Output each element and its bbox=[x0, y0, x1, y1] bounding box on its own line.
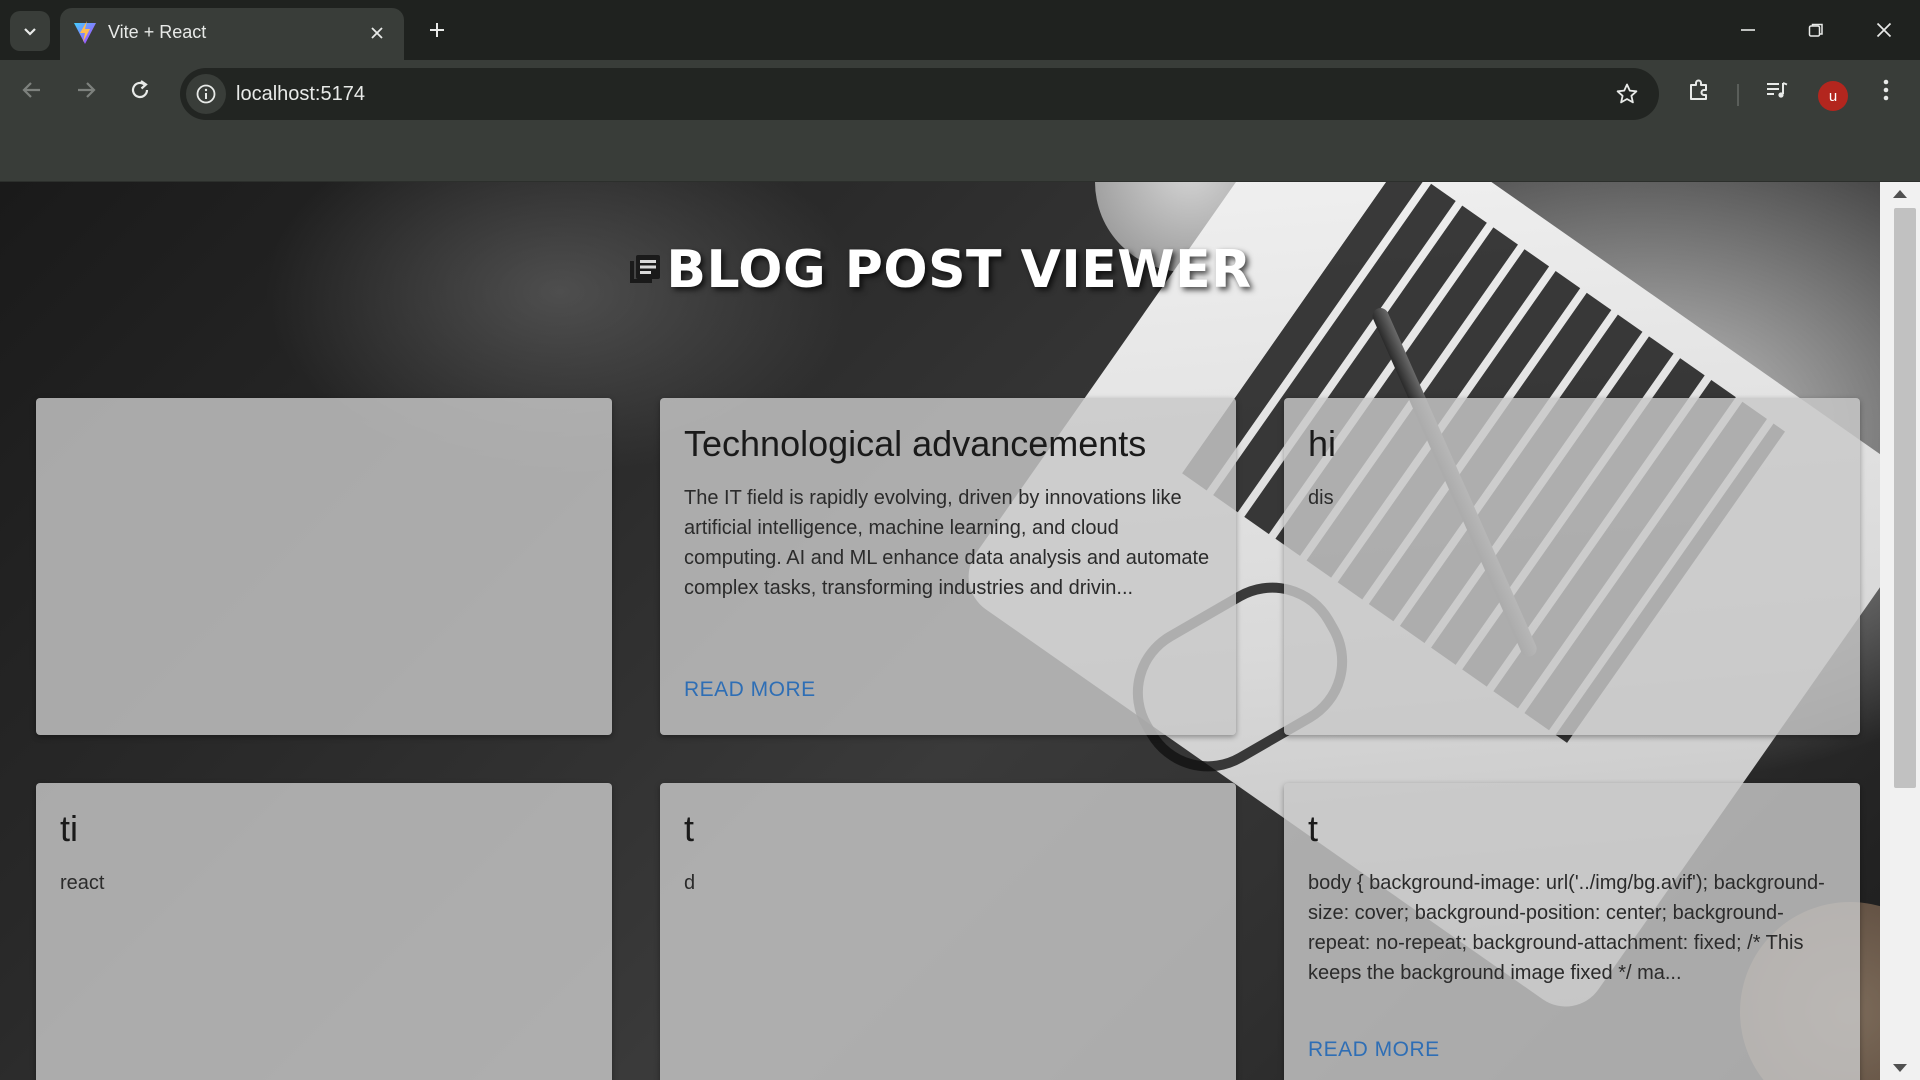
post-card: t d bbox=[660, 783, 1236, 1080]
tab-strip: Vite + React bbox=[0, 0, 1920, 60]
post-card bbox=[36, 398, 612, 735]
post-excerpt: dis bbox=[1308, 487, 1334, 510]
scroll-down-arrow-icon[interactable] bbox=[1893, 1064, 1907, 1072]
arrow-left-icon bbox=[22, 82, 40, 98]
page-title: BLOG POST VIEWER bbox=[666, 240, 1252, 300]
post-title: Technological advancements bbox=[684, 423, 1147, 464]
page-header: BLOG POST VIEWER bbox=[0, 240, 1880, 300]
reload-icon bbox=[131, 80, 149, 99]
close-icon bbox=[371, 27, 383, 39]
puzzle-icon bbox=[1690, 79, 1707, 100]
toolbar-divider bbox=[1737, 84, 1739, 106]
tab-search-button[interactable] bbox=[10, 11, 50, 51]
page-scrollbar[interactable] bbox=[1880, 182, 1920, 1080]
read-more-link[interactable]: READ MORE bbox=[684, 678, 816, 702]
post-excerpt: body { background-image: url('../img/bg.… bbox=[1308, 872, 1825, 985]
post-title: t bbox=[1308, 808, 1319, 849]
tab-close-button[interactable] bbox=[364, 20, 390, 46]
bookmarks-bar bbox=[0, 120, 1920, 182]
scrollbar-thumb[interactable] bbox=[1894, 208, 1916, 788]
post-excerpt: d bbox=[684, 872, 696, 895]
post-excerpt: The IT field is rapidly evolving, driven… bbox=[684, 487, 1210, 600]
close-icon bbox=[1876, 22, 1892, 38]
chevron-down-icon bbox=[24, 28, 36, 36]
restore-button[interactable] bbox=[1794, 10, 1838, 50]
post-title: ti bbox=[60, 808, 78, 849]
site-info-button[interactable] bbox=[186, 74, 226, 114]
post-title: t bbox=[684, 808, 695, 849]
profile-avatar[interactable]: u bbox=[1818, 81, 1848, 111]
info-icon bbox=[196, 84, 216, 104]
plus-icon bbox=[430, 23, 444, 37]
bookmark-star-button[interactable] bbox=[1611, 78, 1643, 110]
extensions-button[interactable] bbox=[1679, 70, 1719, 110]
post-card: ti react bbox=[36, 783, 612, 1080]
url-text[interactable]: localhost:5174 bbox=[236, 83, 365, 106]
address-bar[interactable]: localhost:5174 bbox=[180, 68, 1659, 120]
scroll-up-arrow-icon[interactable] bbox=[1893, 190, 1907, 198]
library-books-icon bbox=[630, 255, 661, 283]
post-card: hi dis bbox=[1284, 398, 1860, 735]
post-title: hi bbox=[1308, 423, 1337, 464]
reload-button[interactable] bbox=[120, 70, 160, 110]
browser-menu-button[interactable] bbox=[1866, 70, 1906, 110]
playlist-music-icon bbox=[1767, 82, 1788, 98]
media-control-button[interactable] bbox=[1757, 70, 1797, 110]
browser-tab[interactable]: Vite + React bbox=[60, 8, 404, 60]
read-more-link[interactable]: READ MORE bbox=[1308, 1038, 1440, 1062]
star-icon bbox=[1616, 83, 1638, 104]
vite-logo-icon bbox=[74, 21, 96, 44]
browser-toolbar: localhost:5174 u bbox=[0, 60, 1920, 120]
tab-title: Vite + React bbox=[108, 22, 207, 42]
minimize-button[interactable] bbox=[1726, 10, 1770, 50]
post-excerpt: react bbox=[60, 872, 105, 895]
arrow-right-icon bbox=[78, 82, 96, 98]
forward-button[interactable] bbox=[66, 70, 106, 110]
back-button[interactable] bbox=[12, 70, 52, 110]
post-card: Technological advancements The IT field … bbox=[660, 398, 1236, 735]
restore-icon bbox=[1808, 23, 1823, 37]
more-vertical-icon bbox=[1883, 79, 1889, 101]
post-card: t body { background-image: url('../img/b… bbox=[1284, 783, 1860, 1080]
page-viewport: BLOG POST VIEWER Technological advanceme… bbox=[0, 182, 1880, 1080]
close-window-button[interactable] bbox=[1862, 10, 1906, 50]
new-tab-button[interactable] bbox=[422, 15, 452, 45]
minimize-icon bbox=[1741, 29, 1755, 31]
